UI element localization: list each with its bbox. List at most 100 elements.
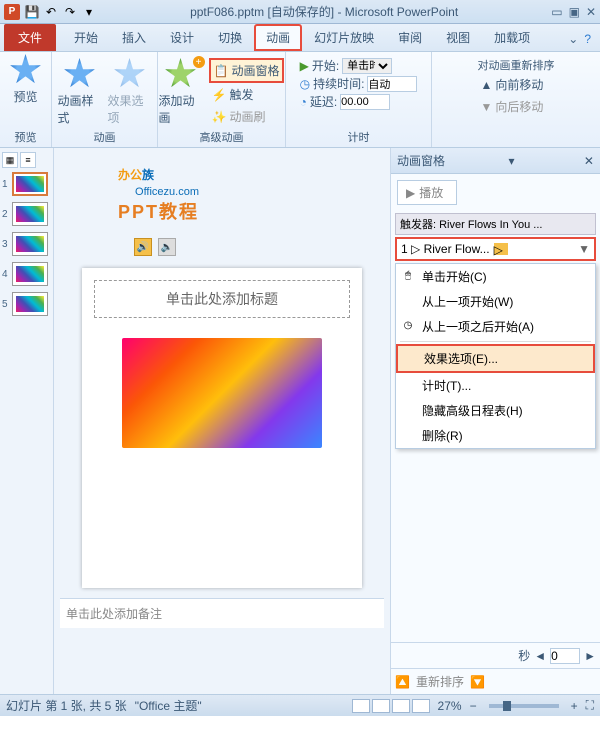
clock-icon: ◷ <box>300 77 310 91</box>
tab-design[interactable]: 设计 <box>158 24 206 51</box>
tab-addins[interactable]: 加载项 <box>482 24 542 51</box>
zoom-slider[interactable] <box>489 704 559 708</box>
undo-icon[interactable]: ↶ <box>43 4 59 20</box>
trigger-label: 触发 <box>229 86 253 103</box>
menu-after-prev[interactable]: ◷从上一项之后开始(A) <box>396 314 595 339</box>
tab-transition[interactable]: 切换 <box>206 24 254 51</box>
pane-footer: 秒 ◄ ► <box>391 642 600 668</box>
sec-label: 秒 <box>518 647 530 664</box>
anim-list-item[interactable]: 1 ▷ River Flow... ▷ ▼ <box>395 237 596 261</box>
delay-label: 延迟: <box>310 93 337 110</box>
duration-input[interactable] <box>367 76 417 92</box>
minimize-ribbon-icon[interactable]: ⌄ <box>568 32 578 46</box>
add-anim-label: 添加动画 <box>159 92 203 126</box>
tab-review[interactable]: 审阅 <box>386 24 434 51</box>
menu-with-prev[interactable]: 从上一项开始(W) <box>396 289 595 314</box>
audio-icon[interactable]: 🔈 <box>158 238 176 256</box>
painter-icon: ✨ <box>212 110 227 124</box>
tab-home[interactable]: 开始 <box>62 24 110 51</box>
menu-click-start[interactable]: 🖱单击开始(C) <box>396 264 595 289</box>
tab-view[interactable]: 视图 <box>434 24 482 51</box>
fit-window-icon[interactable]: ⛶ <box>586 698 594 713</box>
delay-icon: ◔ <box>300 95 307 109</box>
pane-close-icon[interactable]: ✕ <box>584 154 594 168</box>
title-placeholder[interactable]: 单击此处添加标题 <box>94 280 350 318</box>
tab-file[interactable]: 文件 <box>4 24 56 51</box>
reorder-down-icon[interactable]: 🔽 <box>470 675 485 689</box>
audio-objects: 🔊 🔈 <box>134 238 176 256</box>
status-bar: 幻灯片 第 1 张, 共 5 张 "Office 主题" 27% − + ⛶ <box>0 694 600 716</box>
star-icon <box>114 58 146 90</box>
animation-pane: 动画窗格 ▾ ✕ ▶ 播放 触发器: River Flows In You ..… <box>390 148 600 694</box>
play-icon: ▶ <box>300 59 309 73</box>
zoom-out-icon[interactable]: − <box>470 699 477 713</box>
group-label: 计时 <box>286 129 431 145</box>
anim-pane-button[interactable]: 📋 动画窗格 <box>209 58 285 83</box>
help-icon[interactable]: ? <box>584 32 591 46</box>
anim-painter-button[interactable]: ✨ 动画刷 <box>209 106 285 127</box>
move-up-button[interactable]: ▲ 向前移动 <box>478 74 547 95</box>
up-arrow-icon: ▲ <box>481 78 493 92</box>
timeline-right-icon[interactable]: ► <box>584 649 596 663</box>
reading-view-icon[interactable] <box>392 699 410 713</box>
redo-icon[interactable]: ↷ <box>62 4 78 20</box>
minimize-icon[interactable]: ▭ <box>551 5 562 19</box>
audio-icon[interactable]: 🔊 <box>134 238 152 256</box>
preview-label: 预览 <box>13 88 37 105</box>
menu-hide-timeline[interactable]: 隐藏高级日程表(H) <box>396 398 595 423</box>
start-select[interactable]: 单击时 <box>342 58 392 74</box>
preview-icon <box>10 54 42 86</box>
tab-animation[interactable]: 动画 <box>254 24 302 51</box>
trigger-header: 触发器: River Flows In You ... <box>395 213 596 235</box>
zoom-level: 27% <box>438 699 462 713</box>
close-icon[interactable]: ✕ <box>586 5 596 19</box>
reorder-label: 重新排序 <box>416 673 464 690</box>
duration-label: 持续时间: <box>313 75 364 92</box>
save-icon[interactable]: 💾 <box>24 4 40 20</box>
play-icon: ▶ <box>406 186 415 200</box>
tab-insert[interactable]: 插入 <box>110 24 158 51</box>
tab-slideshow[interactable]: 幻灯片放映 <box>302 24 386 51</box>
zoom-in-icon[interactable]: + <box>571 699 578 713</box>
add-anim-button[interactable]: + 添加动画 <box>159 58 203 126</box>
anim-pane-label: 动画窗格 <box>231 62 279 79</box>
thumb-1[interactable]: 1 <box>2 172 51 196</box>
slide-canvas[interactable]: 单击此处添加标题 <box>82 268 362 588</box>
sec-input[interactable] <box>550 648 580 664</box>
thumb-3[interactable]: 3 <box>2 232 51 256</box>
timeline-left-icon[interactable]: ◄ <box>534 649 546 663</box>
ribbon-tabs: 文件 开始 插入 设计 切换 动画 幻灯片放映 审阅 视图 加载项 ⌄ ? <box>0 24 600 52</box>
reorder-up-icon[interactable]: 🔼 <box>395 675 410 689</box>
thumb-5[interactable]: 5 <box>2 292 51 316</box>
menu-remove[interactable]: 删除(R) <box>396 423 595 448</box>
reorder-row: 🔼 重新排序 🔽 <box>391 668 600 694</box>
delay-input[interactable] <box>340 94 390 110</box>
menu-separator <box>400 341 591 342</box>
trigger-button[interactable]: ⚡ 触发 <box>209 84 285 105</box>
menu-effect-options[interactable]: 效果选项(E)... <box>396 344 595 373</box>
menu-timing[interactable]: 计时(T)... <box>396 373 595 398</box>
thumb-tab-slides[interactable]: ▦ <box>2 152 18 168</box>
sorter-view-icon[interactable] <box>372 699 390 713</box>
move-down-button[interactable]: ▼ 向后移动 <box>478 96 547 117</box>
quick-access-toolbar: 💾 ↶ ↷ ▾ <box>24 4 97 20</box>
thumb-tab-outline[interactable]: ≡ <box>20 152 36 168</box>
anim-style-button[interactable]: 动画样式 <box>58 58 102 126</box>
start-label: 开始: <box>312 57 339 74</box>
preview-button[interactable]: 预览 <box>4 54 48 105</box>
title-bar: P 💾 ↶ ↷ ▾ pptF086.pptm [自动保存的] - Microso… <box>0 0 600 24</box>
qat-dropdown-icon[interactable]: ▾ <box>81 4 97 20</box>
slide-counter: 幻灯片 第 1 张, 共 5 张 <box>6 697 127 714</box>
group-reorder: 对动画重新排序 ▲ 向前移动 ▼ 向后移动 <box>432 52 600 147</box>
thumb-4[interactable]: 4 <box>2 262 51 286</box>
slide-image[interactable] <box>122 338 322 448</box>
thumb-2[interactable]: 2 <box>2 202 51 226</box>
notes-pane[interactable]: 单击此处添加备注 <box>60 598 384 628</box>
effect-options-button[interactable]: 效果选项 <box>108 58 152 126</box>
play-button[interactable]: ▶ 播放 <box>397 180 457 205</box>
normal-view-icon[interactable] <box>352 699 370 713</box>
maximize-icon[interactable]: ▣ <box>569 5 580 19</box>
pane-dropdown-icon[interactable]: ▾ <box>508 154 514 168</box>
item-dropdown-icon[interactable]: ▼ <box>578 242 590 256</box>
slideshow-view-icon[interactable] <box>412 699 430 713</box>
